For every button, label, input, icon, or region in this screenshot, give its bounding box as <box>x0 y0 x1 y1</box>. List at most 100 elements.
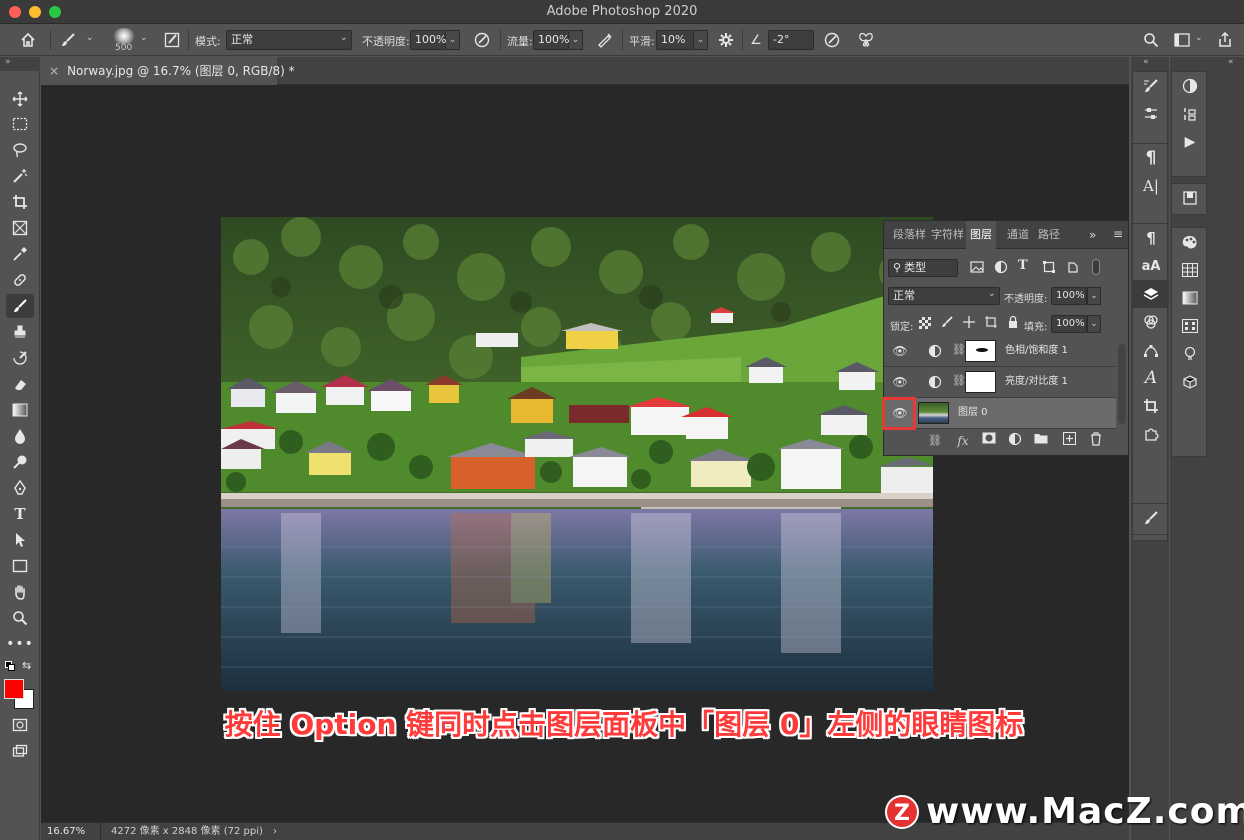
dodge-tool-icon[interactable] <box>6 450 34 474</box>
status-menu-arrow[interactable]: › <box>273 823 277 840</box>
glyphs-icon[interactable]: A <box>1133 364 1169 392</box>
learn-icon[interactable] <box>1172 184 1208 212</box>
close-tab-icon[interactable]: × <box>49 64 59 78</box>
layer-mask-thumbnail[interactable] <box>965 371 996 393</box>
chain-link-icon[interactable]: ⛓ <box>952 374 966 387</box>
eye-icon[interactable]: 👁 <box>890 373 910 391</box>
panel-overflow-icon[interactable]: » <box>1089 228 1096 242</box>
filter-smart-object-icon[interactable] <box>1066 260 1080 274</box>
filter-type-icon[interactable]: T <box>1018 258 1028 273</box>
lock-artboard-icon[interactable] <box>984 315 998 329</box>
quick-mask-icon[interactable] <box>6 713 34 737</box>
filter-pixel-icon[interactable] <box>970 260 984 274</box>
fx-icon[interactable]: fx <box>954 432 972 450</box>
opacity-dropdown[interactable]: ⌄ <box>446 30 460 50</box>
paragraph-icon[interactable]: ¶ <box>1133 144 1169 172</box>
tab-character-styles[interactable]: 字符样 <box>931 221 964 249</box>
airbrush-icon[interactable] <box>593 28 617 52</box>
layer-mask-thumbnail[interactable] <box>965 340 996 362</box>
layer-opacity-dropdown[interactable]: ⌄ <box>1087 287 1101 305</box>
layer-row-hue-saturation[interactable]: 👁 ⛓ 色相/饱和度 1 <box>884 336 1116 367</box>
eye-icon[interactable]: 👁 <box>890 342 910 360</box>
swatches-grid-icon[interactable] <box>1172 256 1208 284</box>
brush-settings-icon[interactable] <box>1133 72 1169 100</box>
crop-icon[interactable] <box>1133 392 1169 420</box>
brush-settings-panel-icon[interactable] <box>160 28 184 52</box>
character-styles-icon[interactable]: aA <box>1133 252 1169 280</box>
filter-shape-icon[interactable] <box>1042 260 1056 274</box>
channels-icon[interactable] <box>1133 308 1169 336</box>
toolbar-collapse-strip[interactable]: » <box>0 57 40 71</box>
chevron-down-icon[interactable]: ⌄ <box>86 33 94 43</box>
smoothing-input[interactable]: 10% <box>656 30 694 50</box>
lock-image-icon[interactable] <box>940 315 954 329</box>
layer-opacity-input[interactable]: 100% <box>1051 287 1087 305</box>
panel-menu-icon[interactable]: ≡ <box>1113 227 1123 241</box>
brush-angle-input[interactable]: -2° <box>768 30 814 50</box>
tab-paragraph-styles[interactable]: 段落样 <box>893 221 926 249</box>
clone-stamp-tool-icon[interactable] <box>6 320 34 344</box>
brush-panel-icon[interactable] <box>1133 504 1169 532</box>
double-chevron-icon[interactable]: » <box>5 57 11 67</box>
color-icon[interactable] <box>1172 72 1208 100</box>
blend-mode-select[interactable]: 正常 <box>888 287 1000 305</box>
default-colors-icon[interactable] <box>5 661 15 671</box>
search-icon[interactable] <box>1139 28 1163 52</box>
fill-dropdown[interactable]: ⌄ <box>1087 315 1101 333</box>
screen-mode-icon[interactable] <box>6 739 34 763</box>
link-icon[interactable]: ⛓ <box>926 432 944 450</box>
layer-thumbnail[interactable] <box>918 402 949 424</box>
zoom-tool-icon[interactable] <box>6 606 34 630</box>
trash-icon[interactable] <box>1087 432 1105 450</box>
patterns-icon[interactable] <box>1172 312 1208 340</box>
plugins-icon[interactable] <box>1133 420 1169 448</box>
collapse-dock-icon[interactable]: « <box>1143 57 1149 67</box>
gradients-icon[interactable] <box>1172 284 1208 312</box>
paths-icon[interactable] <box>1133 336 1169 364</box>
filter-adjustment-icon[interactable] <box>994 260 1008 274</box>
smoothing-dropdown[interactable]: ⌄ <box>694 30 708 50</box>
path-selection-tool-icon[interactable] <box>6 528 34 552</box>
blur-tool-icon[interactable] <box>6 424 34 448</box>
hand-tool-icon[interactable] <box>6 580 34 604</box>
gradient-tool-icon[interactable] <box>6 398 34 422</box>
lightbulb-icon[interactable] <box>1172 340 1208 368</box>
paragraph-styles-icon[interactable]: ¶ <box>1133 224 1169 252</box>
healing-brush-tool-icon[interactable] <box>6 268 34 292</box>
pen-tool-icon[interactable] <box>6 476 34 500</box>
document-canvas-image[interactable] <box>221 217 933 691</box>
symmetry-butterfly-icon[interactable] <box>854 28 878 52</box>
foreground-color-swatch[interactable] <box>4 679 24 699</box>
pressure-opacity-icon[interactable] <box>470 28 494 52</box>
tab-channels[interactable]: 通道 <box>1007 221 1029 249</box>
zoom-level[interactable]: 16.67% <box>47 823 101 840</box>
lock-transparent-icon[interactable] <box>919 317 931 329</box>
mask-icon[interactable] <box>980 432 998 450</box>
move-tool-icon[interactable] <box>6 87 34 111</box>
eyedropper-tool-icon[interactable] <box>6 242 34 266</box>
chevron-down-icon[interactable]: ⌄ <box>140 33 148 43</box>
tab-layers[interactable]: 图层 <box>966 221 996 249</box>
share-icon[interactable] <box>1213 28 1237 52</box>
crop-tool-icon[interactable] <box>6 190 34 214</box>
tab-paths[interactable]: 路径 <box>1038 221 1060 249</box>
layer-row-layer-0[interactable]: 👁 图层 0 <box>882 397 1116 430</box>
history-brush-tool-icon[interactable] <box>6 346 34 370</box>
actions-play-icon[interactable]: ▶ <box>1172 128 1208 156</box>
type-tool-icon[interactable]: T <box>6 502 34 526</box>
gear-icon[interactable] <box>714 28 738 52</box>
flow-input[interactable]: 100% <box>533 30 569 50</box>
filter-toggle-switch[interactable] <box>1092 259 1100 275</box>
brush-tip-preview[interactable] <box>112 28 136 44</box>
flow-dropdown[interactable]: ⌄ <box>569 30 583 50</box>
magic-wand-tool-icon[interactable] <box>6 164 34 188</box>
more-tools-icon[interactable]: ••• <box>6 632 34 656</box>
layer-filter-kind-select[interactable]: ⚲ 类型 <box>888 259 958 277</box>
mode-select[interactable]: 正常 <box>226 30 352 50</box>
marquee-tool-icon[interactable] <box>6 112 34 136</box>
layer-row-brightness-contrast[interactable]: 👁 ⛓ 亮度/对比度 1 <box>884 367 1116 398</box>
tool-presets-icon[interactable] <box>1133 100 1169 128</box>
lasso-tool-icon[interactable] <box>6 138 34 162</box>
document-tab[interactable]: × Norway.jpg @ 16.7% (图层 0, RGB/8) * <box>41 57 295 85</box>
pressure-size-icon[interactable] <box>820 28 844 52</box>
